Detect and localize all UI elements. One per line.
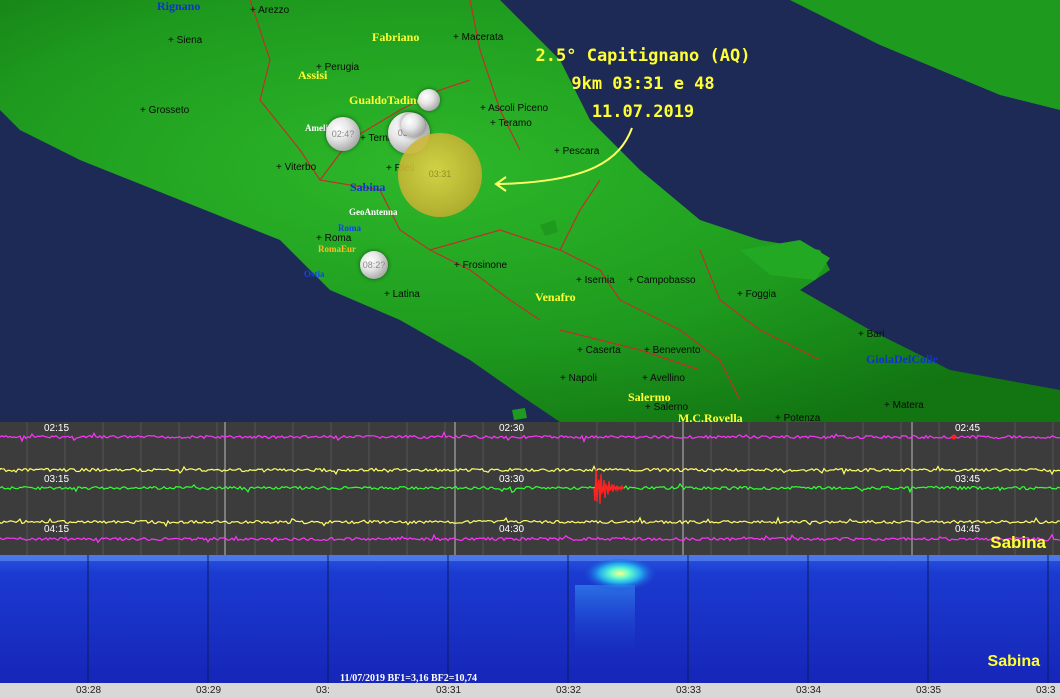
seismic-monitor-view: Arezzo Siena Macerata Perugia Grosseto A…: [0, 0, 1060, 698]
axis-tick-label: 03:33: [676, 685, 702, 696]
station-assisi[interactable]: Assisi: [298, 68, 327, 83]
spectrogram-station-name: Sabina: [987, 653, 1040, 670]
station-gioiadelcolle[interactable]: GioiaDelColle: [866, 352, 938, 367]
station-fabriano[interactable]: Fabriano: [372, 30, 419, 45]
time-label: 02:15: [44, 423, 70, 434]
seismogram-station-name: Sabina: [990, 533, 1046, 552]
station-venafro[interactable]: Venafro: [535, 290, 576, 305]
axis-tick-label: 03:32: [556, 685, 582, 696]
event-date: 11.07.2019: [591, 102, 695, 122]
seismogram-traces: [0, 422, 1060, 555]
city-bari: Bari: [858, 329, 885, 340]
quake-marker[interactable]: 02:4?: [326, 117, 360, 151]
event-waveform: [593, 468, 625, 504]
city-arezzo: Arezzo: [250, 5, 289, 16]
spectrogram-image: [0, 555, 1060, 683]
city-pescara: Pescara: [554, 146, 600, 157]
time-axis: [0, 683, 1060, 698]
event-annotation: 2.5° Capitignano (AQ) 9km 03:31 e 48 11.…: [512, 42, 774, 126]
quake-marker[interactable]: [418, 89, 440, 111]
station-rignano[interactable]: Rignano: [157, 0, 200, 14]
city-potenza: Potenza: [775, 413, 821, 422]
event-depth-time: 9km 03:31 e 48: [571, 74, 715, 94]
time-label: 03:45: [955, 474, 981, 485]
axis-tick-label: 03:35: [916, 685, 942, 696]
event-epicenter-marker[interactable]: 03:31: [398, 133, 482, 217]
event-energy-tail: [575, 585, 635, 655]
spectrogram-panel[interactable]: 03:28 03:29 03: 03:31 03:32 03:33 03:34 …: [0, 555, 1060, 698]
axis-tick-label: 03:3: [1036, 685, 1056, 696]
axis-tick-label: 03:: [316, 685, 330, 696]
station-mc-rovella[interactable]: M.C.Rovella: [678, 411, 743, 422]
city-benevento: Benevento: [644, 345, 701, 356]
event-marker: [951, 434, 957, 440]
axis-tick-label: 03:28: [76, 685, 102, 696]
spectrogram-caption: 11/07/2019 BF1=3,16 BF2=10,74: [340, 673, 477, 684]
axis-tick-label: 03:29: [196, 685, 222, 696]
city-matera: Matera: [884, 400, 924, 411]
city-grosseto: Grosseto: [140, 105, 190, 116]
time-label: 04:30: [499, 524, 525, 535]
station-gualdotadino[interactable]: GualdoTadino: [349, 93, 423, 108]
event-magnitude-location: 2.5° Capitignano (AQ): [535, 46, 751, 66]
city-roma: Roma: [316, 233, 352, 244]
quake-marker[interactable]: 08:2?: [360, 251, 388, 279]
city-viterbo: Viterbo: [276, 162, 317, 173]
quake-time: 02:4?: [331, 129, 355, 139]
city-frosinone: Frosinone: [454, 260, 507, 271]
city-terni: Terni: [360, 133, 390, 144]
city-isernia: Isernia: [576, 275, 615, 286]
time-label: 02:45: [955, 423, 981, 434]
event-time: 03:31: [428, 169, 452, 179]
station-salerno[interactable]: Salermo: [628, 390, 671, 405]
city-avellino: Avellino: [642, 373, 685, 384]
island: [512, 408, 527, 420]
station-ostia[interactable]: Ostia: [304, 269, 325, 279]
axis-tick-label: 03:31: [436, 685, 462, 696]
station-geoantenna[interactable]: GeoAntenna: [349, 207, 398, 217]
station-romaeur[interactable]: RomaEur: [318, 244, 356, 254]
time-label: 04:45: [955, 524, 981, 535]
city-napoli: Napoli: [560, 373, 597, 384]
city-latina: Latina: [384, 289, 420, 300]
time-label: 03:30: [499, 474, 525, 485]
quake-marker[interactable]: [401, 113, 425, 137]
croatia-landmass: [790, 0, 1060, 110]
time-label: 04:15: [44, 524, 70, 535]
map-panel[interactable]: Arezzo Siena Macerata Perugia Grosseto A…: [0, 0, 1060, 422]
quake-time: 08:2?: [362, 260, 386, 270]
station-sabina[interactable]: Sabina: [350, 180, 385, 195]
city-macerata: Macerata: [453, 32, 504, 43]
axis-tick-label: 03:34: [796, 685, 822, 696]
event-energy-blob: [582, 559, 658, 595]
station-roma[interactable]: Roma: [338, 223, 361, 233]
city-campobasso: Campobasso: [628, 275, 696, 286]
seismogram-panel[interactable]: 02:15 02:30 02:45 03:15 03:30 03:45 04:1…: [0, 422, 1060, 555]
city-caserta: Caserta: [577, 345, 621, 356]
time-label: 03:15: [44, 474, 70, 485]
city-siena: Siena: [168, 35, 203, 46]
city-foggia: Foggia: [737, 289, 777, 300]
time-label: 02:30: [499, 423, 525, 434]
